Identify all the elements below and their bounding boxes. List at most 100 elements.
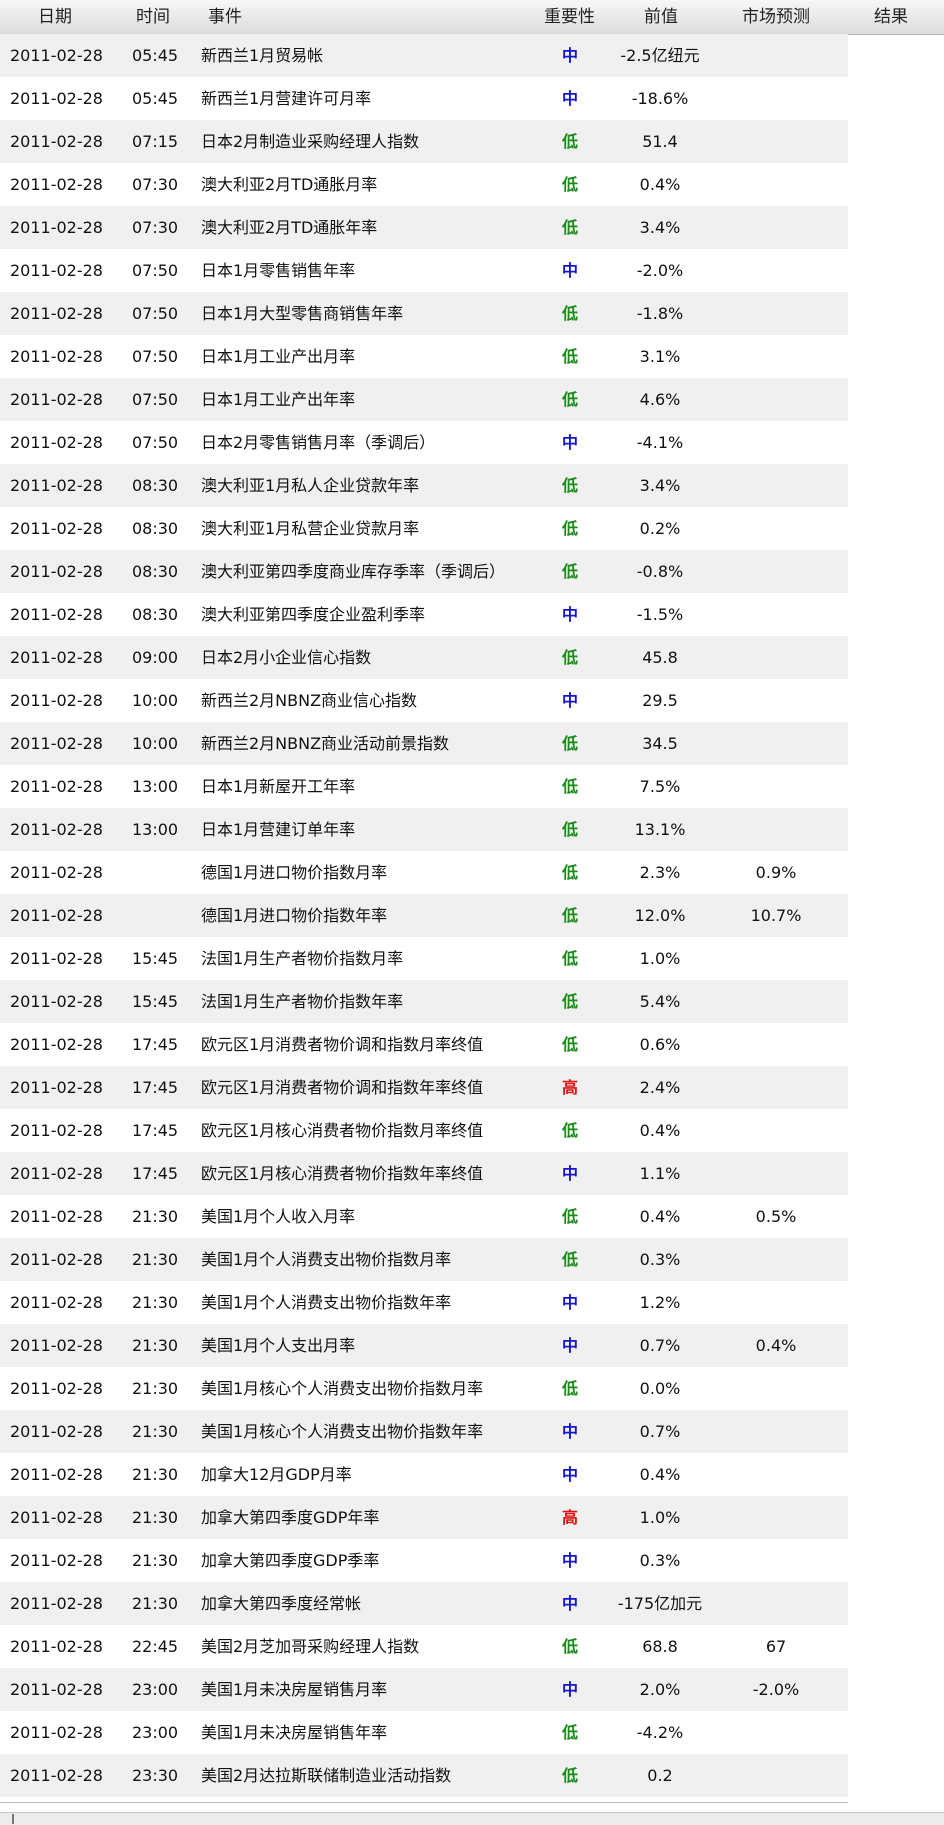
row-date: 2011-02-28 [10, 1422, 103, 1441]
header-date[interactable]: 日期 [38, 0, 72, 34]
table-row[interactable]: 2011-02-28 05:45 新西兰1月贸易帐 中 -2.5亿纽元 [0, 34, 848, 77]
row-event: 澳大利亚1月私营企业贷款月率 [201, 519, 420, 538]
row-forecast [716, 77, 836, 120]
row-result [836, 1238, 944, 1281]
row-previous: 0.4% [639, 1465, 681, 1484]
row-event: 加拿大第四季度经常帐 [201, 1594, 362, 1613]
row-time: 07:50 [132, 433, 179, 452]
table-row[interactable]: 2011-02-28 08:30 澳大利亚第四季度企业盈利季率 中 -1.5% [0, 593, 848, 636]
table-row[interactable]: 2011-02-28 21:30 美国1月核心个人消费支出物价指数年率 中 0.7% [0, 1410, 848, 1453]
row-previous: 0.4% [639, 175, 681, 194]
row-result [836, 1496, 944, 1539]
table-row[interactable]: 2011-02-28 17:45 欧元区1月消费者物价调和指数年率终值 高 2.4% [0, 1066, 848, 1109]
row-event: 日本1月新屋开工年率 [201, 777, 356, 796]
row-date: 2011-02-28 [10, 1465, 103, 1484]
row-previous: -0.8% [636, 562, 684, 581]
table-row[interactable]: 2011-02-28 23:00 美国1月未决房屋销售年率 低 -4.2% [0, 1711, 848, 1754]
table-row[interactable]: 2011-02-28 德国1月进口物价指数月率 低 2.3% 0.9% [0, 851, 848, 894]
table-row[interactable]: 2011-02-28 23:30 美国2月达拉斯联储制造业活动指数 低 0.2 [0, 1754, 848, 1797]
row-forecast [716, 1109, 836, 1152]
row-date: 2011-02-28 [10, 1035, 103, 1054]
row-importance: 低 [561, 562, 578, 581]
row-time: 21:30 [132, 1594, 179, 1613]
row-importance: 中 [561, 605, 578, 624]
table-row[interactable]: 2011-02-28 21:30 美国1月个人支出月率 中 0.7% 0.4% [0, 1324, 848, 1367]
table-row[interactable]: 2011-02-28 22:45 美国2月芝加哥采购经理人指数 低 68.8 67 [0, 1625, 848, 1668]
row-time: 21:30 [132, 1551, 179, 1570]
header-event[interactable]: 事件 [208, 0, 242, 34]
table-row[interactable]: 2011-02-28 07:50 日本1月大型零售商销售年率 低 -1.8% [0, 292, 848, 335]
table-row[interactable]: 2011-02-28 21:30 美国1月个人消费支出物价指数月率 低 0.3% [0, 1238, 848, 1281]
row-previous: -18.6% [631, 89, 689, 108]
table-row[interactable]: 2011-02-28 07:15 日本2月制造业采购经理人指数 低 51.4 [0, 120, 848, 163]
table-row[interactable]: 2011-02-28 07:50 日本1月工业产出年率 低 4.6% [0, 378, 848, 421]
table-row[interactable]: 2011-02-28 21:30 加拿大第四季度GDP年率 高 1.0% [0, 1496, 848, 1539]
row-forecast [716, 1238, 836, 1281]
table-row[interactable]: 2011-02-28 21:30 加拿大12月GDP月率 中 0.4% [0, 1453, 848, 1496]
horizontal-scrollbar[interactable] [0, 1812, 944, 1825]
table-row[interactable]: 2011-02-28 21:30 美国1月核心个人消费支出物价指数月率 低 0.0% [0, 1367, 848, 1410]
header-importance[interactable]: 重要性 [544, 0, 595, 34]
header-time[interactable]: 时间 [136, 0, 170, 34]
row-time: 21:30 [132, 1379, 179, 1398]
table-row[interactable]: 2011-02-28 德国1月进口物价指数年率 低 12.0% 10.7% [0, 894, 848, 937]
table-row[interactable]: 2011-02-28 15:45 法国1月生产者物价指数年率 低 5.4% [0, 980, 848, 1023]
header-forecast[interactable]: 市场预测 [742, 0, 810, 34]
table-row[interactable]: 2011-02-28 23:00 美国1月未决房屋销售月率 中 2.0% -2.0% [0, 1668, 848, 1711]
row-importance: 高 [561, 1508, 578, 1527]
row-event: 新西兰1月贸易帐 [201, 46, 324, 65]
row-time: 07:50 [132, 347, 179, 366]
header-result[interactable]: 结果 [874, 0, 908, 34]
table-row[interactable]: 2011-02-28 21:30 加拿大第四季度经常帐 中 -175亿加元 [0, 1582, 848, 1625]
row-previous: 0.4% [639, 1121, 681, 1140]
table-row[interactable]: 2011-02-28 07:50 日本1月零售销售年率 中 -2.0% [0, 249, 848, 292]
row-previous: 51.4 [642, 132, 678, 151]
table-row[interactable]: 2011-02-28 07:30 澳大利亚2月TD通胀年率 低 3.4% [0, 206, 848, 249]
row-event: 加拿大第四季度GDP年率 [201, 1508, 380, 1527]
table-row[interactable]: 2011-02-28 13:00 日本1月营建订单年率 低 13.1% [0, 808, 848, 851]
row-result [836, 1023, 944, 1066]
scrollbar-thumb[interactable] [12, 1814, 14, 1824]
table-row[interactable]: 2011-02-28 17:45 欧元区1月核心消费者物价指数月率终值 低 0.4% [0, 1109, 848, 1152]
table-row[interactable]: 2011-02-28 05:45 新西兰1月营建许可月率 中 -18.6% [0, 77, 848, 120]
row-date: 2011-02-28 [10, 218, 103, 237]
table-row[interactable]: 2011-02-28 13:00 日本1月新屋开工年率 低 7.5% [0, 765, 848, 808]
row-result [836, 464, 944, 507]
table-row[interactable]: 2011-02-28 21:30 美国1月个人消费支出物价指数年率 中 1.2% [0, 1281, 848, 1324]
table-row[interactable]: 2011-02-28 10:00 新西兰2月NBNZ商业活动前景指数 低 34.5 [0, 722, 848, 765]
row-forecast [716, 1496, 836, 1539]
table-row[interactable]: 2011-02-28 08:30 澳大利亚第四季度商业库存季率（季调后） 低 -0.8% [0, 550, 848, 593]
row-forecast [716, 1453, 836, 1496]
row-time: 10:00 [132, 691, 179, 710]
row-result [836, 1152, 944, 1195]
row-date: 2011-02-28 [10, 175, 103, 194]
table-row[interactable]: 2011-02-28 17:45 欧元区1月消费者物价调和指数月率终值 低 0.6% [0, 1023, 848, 1066]
row-time: 05:45 [132, 89, 179, 108]
table-row[interactable]: 2011-02-28 21:30 加拿大第四季度GDP季率 中 0.3% [0, 1539, 848, 1582]
table-row[interactable]: 2011-02-28 21:30 美国1月个人收入月率 低 0.4% 0.5% [0, 1195, 848, 1238]
row-importance: 低 [561, 1207, 578, 1226]
row-time: 09:00 [132, 648, 179, 667]
table-row[interactable]: 2011-02-28 08:30 澳大利亚1月私营企业贷款月率 低 0.2% [0, 507, 848, 550]
row-previous: 3.4% [639, 218, 681, 237]
header-previous[interactable]: 前值 [644, 0, 678, 34]
table-row[interactable]: 2011-02-28 07:30 澳大利亚2月TD通胀月率 低 0.4% [0, 163, 848, 206]
table-row[interactable]: 2011-02-28 08:30 澳大利亚1月私人企业贷款年率 低 3.4% [0, 464, 848, 507]
row-importance: 低 [561, 1250, 578, 1269]
row-result [836, 1324, 944, 1367]
table-row[interactable]: 2011-02-28 07:50 日本1月工业产出月率 低 3.1% [0, 335, 848, 378]
row-result [836, 722, 944, 765]
table-row[interactable]: 2011-02-28 10:00 新西兰2月NBNZ商业信心指数 中 29.5 [0, 679, 848, 722]
row-forecast: 0.9% [755, 863, 797, 882]
table-row[interactable]: 2011-02-28 15:45 法国1月生产者物价指数月率 低 1.0% [0, 937, 848, 980]
row-importance: 低 [561, 1766, 578, 1785]
table-row[interactable]: 2011-02-28 17:45 欧元区1月核心消费者物价指数年率终值 中 1.1% [0, 1152, 848, 1195]
table-row[interactable]: 2011-02-28 09:00 日本2月小企业信心指数 低 45.8 [0, 636, 848, 679]
row-date: 2011-02-28 [10, 1680, 103, 1699]
row-importance: 低 [561, 1379, 578, 1398]
row-date: 2011-02-28 [10, 1336, 103, 1355]
table-row[interactable]: 2011-02-28 07:50 日本2月零售销售月率（季调后） 中 -4.1% [0, 421, 848, 464]
row-forecast [716, 1410, 836, 1453]
row-importance: 低 [561, 304, 578, 323]
row-previous: 1.0% [639, 1508, 681, 1527]
